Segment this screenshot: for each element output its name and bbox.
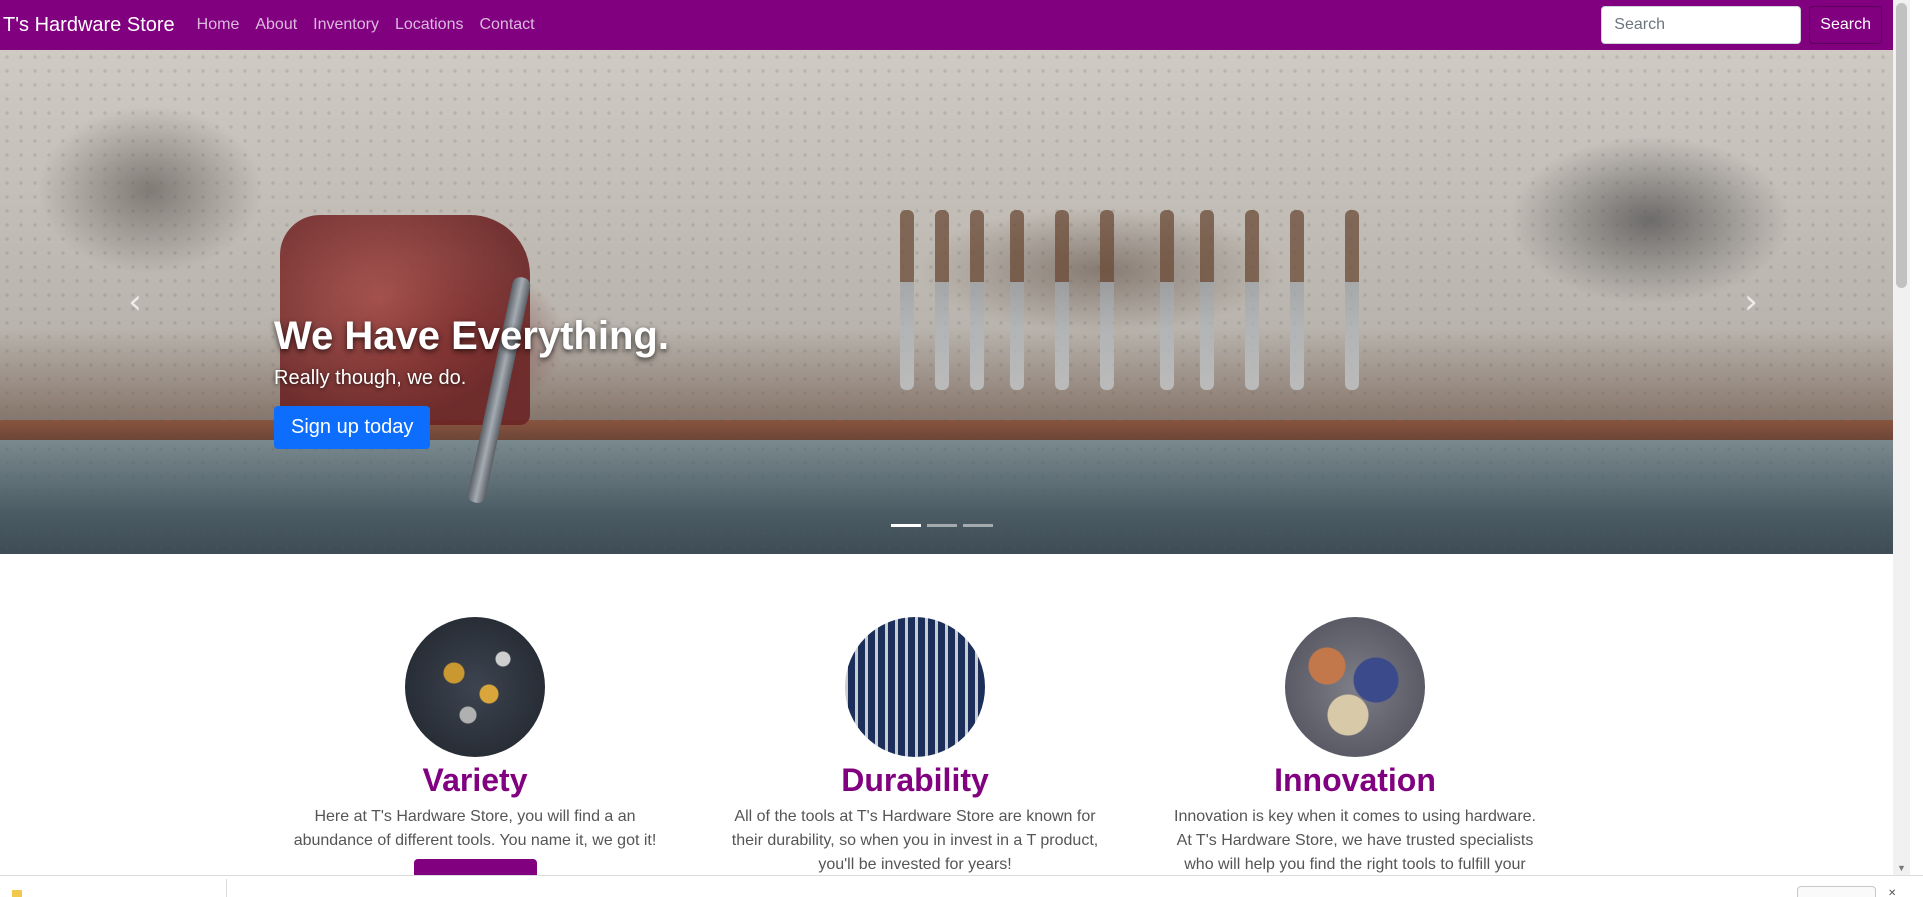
carousel-subtitle: Really though, we do. xyxy=(274,367,467,389)
feature-text: Here at T's Hardware Store, you will fin… xyxy=(293,808,657,850)
hero-image-tool xyxy=(1345,210,1359,390)
hero-image-tool xyxy=(970,210,984,390)
nav-link-home[interactable]: Home xyxy=(197,16,240,34)
carousel-indicator-3[interactable] xyxy=(963,524,993,527)
feature-variety: Variety Here at T's Hardware Store, you … xyxy=(255,617,695,897)
carousel-title: We Have Everything. xyxy=(274,314,669,358)
nav-links: Home About Inventory Locations Contact xyxy=(197,16,551,34)
nav-link-contact[interactable]: Contact xyxy=(479,16,534,34)
scrollbar-thumb[interactable] xyxy=(1896,3,1907,288)
feature-title: Innovation xyxy=(1274,762,1436,798)
hero-image-tool xyxy=(1055,210,1069,390)
hero-image-tool xyxy=(1100,210,1114,390)
hero-image-tool xyxy=(1290,210,1304,390)
carousel-indicator-2[interactable] xyxy=(927,524,957,527)
brand-logo[interactable]: T's Hardware Store xyxy=(3,14,175,37)
carousel-prev-button[interactable]: ‹ xyxy=(115,282,155,322)
scroll-down-arrow-icon[interactable]: ▼ xyxy=(1897,863,1906,873)
nav-link-inventory[interactable]: Inventory xyxy=(313,16,379,34)
hero-image-tool xyxy=(935,210,949,390)
nav-link-locations[interactable]: Locations xyxy=(395,16,464,34)
search-button[interactable]: Search xyxy=(1809,6,1882,44)
hero-image-bench-front xyxy=(0,440,1893,510)
feature-text: All of the tools at T's Hardware Store a… xyxy=(731,808,1099,874)
hero-image-tool xyxy=(1200,210,1214,390)
feature-innovation: Innovation Innovation is key when it com… xyxy=(1135,617,1575,897)
hero-image-tool xyxy=(1245,210,1259,390)
carousel-caption: We Have Everything. Really though, we do… xyxy=(274,314,669,449)
show-all-button[interactable] xyxy=(1797,886,1876,897)
chevron-left-icon: ‹ xyxy=(128,282,142,322)
hero-image-tool xyxy=(900,210,914,390)
page-scrollbar[interactable]: ▼ xyxy=(1893,0,1910,875)
navbar: T's Hardware Store Home About Inventory … xyxy=(0,0,1893,50)
hero-image-tool xyxy=(1160,210,1174,390)
hero-image-tool xyxy=(1010,210,1024,390)
close-icon[interactable]: ✕ xyxy=(1888,888,1896,897)
features-section: Variety Here at T's Hardware Store, you … xyxy=(255,617,1575,897)
feature-image-durability xyxy=(845,617,985,757)
feature-title: Variety xyxy=(422,762,528,798)
carousel-next-button[interactable]: › xyxy=(1731,282,1771,322)
feature-image-variety xyxy=(405,617,545,757)
nav-link-about[interactable]: About xyxy=(255,16,297,34)
chevron-right-icon: › xyxy=(1744,282,1758,322)
bottom-divider xyxy=(226,879,227,897)
carousel-indicators xyxy=(891,524,999,527)
feature-title: Durability xyxy=(841,762,989,798)
bottom-download-bar: ✕ xyxy=(0,875,1923,897)
search-input[interactable] xyxy=(1601,6,1802,44)
search-form: Search xyxy=(1601,6,1882,44)
carousel-indicator-1[interactable] xyxy=(891,524,921,527)
file-icon xyxy=(12,890,22,897)
hero-carousel: ‹ › We Have Everything. Really though, w… xyxy=(0,50,1893,554)
signup-button[interactable]: Sign up today xyxy=(274,406,431,449)
feature-image-innovation xyxy=(1285,617,1425,757)
feature-durability: Durability All of the tools at T's Hardw… xyxy=(695,617,1135,897)
